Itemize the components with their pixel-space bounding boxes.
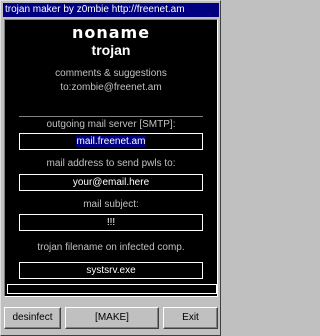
mail-subject-field[interactable]: !!! bbox=[19, 214, 203, 231]
smtp-server-field[interactable]: mail.freenet.am bbox=[19, 133, 203, 150]
exit-button[interactable]: Exit bbox=[163, 307, 218, 329]
trojan-filename-field[interactable]: systsrv.exe bbox=[19, 262, 203, 279]
app-window: trojan maker by z0mbie http://freenet.am… bbox=[0, 0, 221, 336]
info-line-comments: comments & suggestions bbox=[55, 68, 167, 79]
main-panel: noname trojan comments & suggestions to:… bbox=[4, 19, 218, 297]
divider bbox=[19, 116, 203, 117]
app-subtitle: trojan bbox=[91, 42, 131, 58]
window-title: trojan maker by z0mbie http://freenet.am bbox=[3, 3, 219, 17]
logo: noname bbox=[71, 23, 151, 42]
info-line-email: to:zombie@freenet.am bbox=[60, 82, 162, 93]
email-address-field[interactable]: your@email.here bbox=[19, 174, 203, 191]
subject-label: mail subject: bbox=[83, 199, 139, 210]
progress-bar bbox=[7, 284, 217, 294]
desinfect-button[interactable]: desinfect bbox=[4, 307, 61, 329]
smtp-label: outgoing mail server [SMTP]: bbox=[46, 119, 176, 130]
filename-label: trojan filename on infected comp. bbox=[37, 242, 185, 253]
smtp-server-value: mail.freenet.am bbox=[75, 136, 147, 147]
email-label: mail address to send pwls to: bbox=[46, 158, 176, 169]
make-button[interactable]: [MAKE] bbox=[65, 307, 159, 329]
